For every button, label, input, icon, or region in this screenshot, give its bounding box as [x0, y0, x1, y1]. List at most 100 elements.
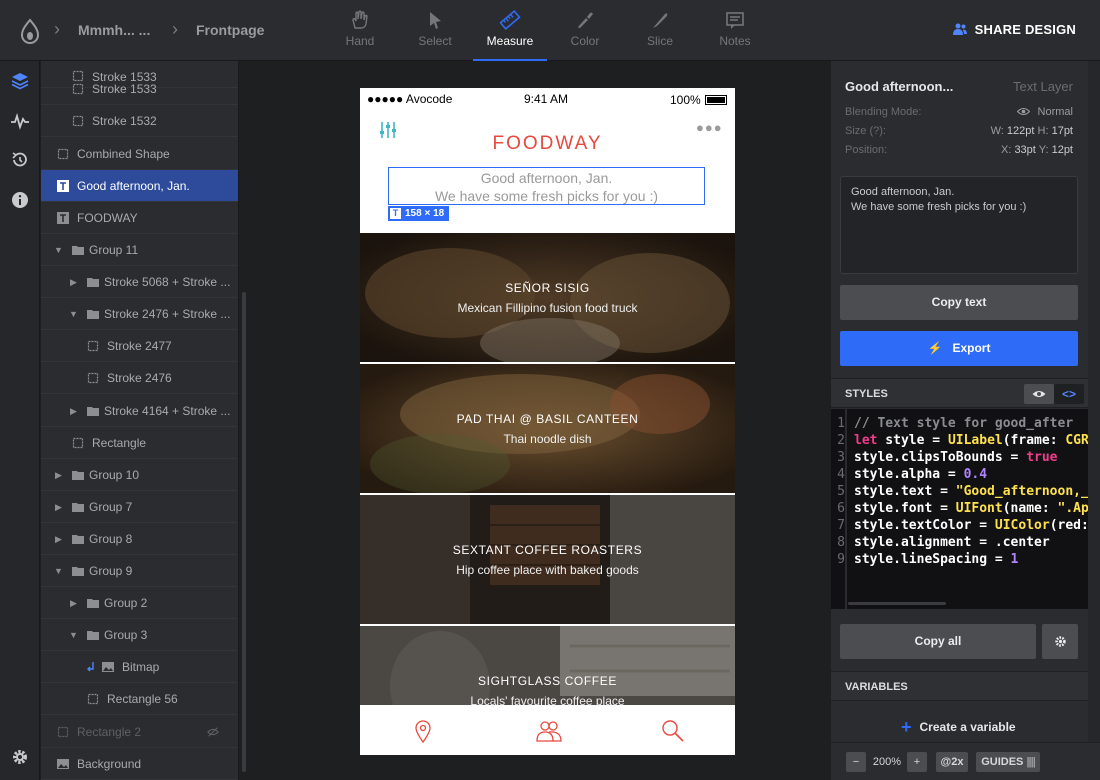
layers-scrollbar[interactable]	[242, 292, 246, 772]
caret-right-icon[interactable]: ▶	[55, 459, 62, 490]
layer-row[interactable]: Rectangle	[41, 427, 238, 459]
tool-notes[interactable]: Notes	[698, 0, 772, 61]
layer-row[interactable]: Stroke 2476	[41, 362, 238, 394]
code-keyword: let	[854, 433, 878, 448]
zoom-in-button[interactable]: +	[907, 752, 927, 772]
layer-row[interactable]: Stroke 1533	[41, 73, 238, 105]
zoom-value[interactable]: 200%	[869, 752, 905, 772]
artboard-frontpage[interactable]: ●●●●● Avocode 9:41 AM 100% FOODWAY ●●● G…	[360, 88, 735, 755]
layer-row[interactable]: Stroke 2477	[41, 330, 238, 362]
caret-down-icon[interactable]: ▼	[69, 619, 78, 650]
settings-gear-icon[interactable]	[10, 747, 30, 767]
layer-row[interactable]: Bitmap	[41, 651, 238, 683]
tool-hand-label: Hand	[345, 34, 375, 48]
people-icon[interactable]	[534, 718, 564, 744]
activity-icon[interactable]	[10, 111, 30, 131]
export-button[interactable]: ⚡ Export	[840, 331, 1078, 366]
copy-text-button[interactable]: Copy text	[840, 285, 1078, 320]
tool-measure-label: Measure	[486, 34, 534, 48]
restaurant-card[interactable]: SEXTANT COFFEE ROASTERS Hip coffee place…	[360, 495, 735, 624]
info-icon[interactable]	[10, 190, 30, 210]
caret-right-icon[interactable]: ▶	[55, 523, 62, 554]
card-photo-pad-thai	[360, 364, 735, 493]
guides-label: GUIDES	[981, 756, 1024, 768]
folder-icon	[87, 310, 99, 319]
caret-down-icon[interactable]: ▼	[69, 298, 78, 329]
folder-icon	[72, 503, 84, 512]
text-content-box[interactable]: Good afternoon, Jan. We have some fresh …	[840, 176, 1078, 274]
layer-row[interactable]: ▼ Group 9	[41, 555, 238, 587]
eye-hidden-icon[interactable]	[207, 726, 219, 738]
tool-notes-label: Notes	[719, 34, 751, 48]
image-icon	[57, 759, 69, 769]
layer-row[interactable]: Background	[41, 748, 238, 780]
tool-select[interactable]: Select	[398, 0, 472, 61]
layer-row[interactable]: ▶ Group 10	[41, 459, 238, 491]
layer-row[interactable]: ▶ Stroke 4164 + Stroke ...	[41, 395, 238, 427]
history-icon[interactable]	[10, 150, 30, 170]
layer-row-selected[interactable]: Good afternoon, Jan.	[41, 170, 238, 202]
copy-all-button[interactable]: Copy all	[840, 624, 1036, 659]
breadcrumb-screen[interactable]: Frontpage	[196, 22, 264, 38]
line-number: 1	[837, 416, 845, 431]
tool-color[interactable]: Color	[548, 0, 622, 61]
share-design-button[interactable]: SHARE DESIGN	[952, 22, 1076, 37]
layer-label: Group 2	[104, 596, 148, 610]
code-toggle-icon[interactable]: <>	[1054, 384, 1084, 404]
image-icon	[102, 662, 114, 672]
layer-row[interactable]: ▼ Group 11	[41, 234, 238, 266]
code-settings-button[interactable]	[1042, 624, 1078, 659]
design-canvas[interactable]: ●●●●● Avocode 9:41 AM 100% FOODWAY ●●● G…	[250, 61, 830, 780]
avocode-logo-icon[interactable]	[18, 18, 42, 44]
caret-down-icon[interactable]: ▼	[54, 555, 63, 586]
eye-icon[interactable]	[1016, 107, 1030, 116]
layer-label: Rectangle 56	[107, 692, 178, 706]
card-title: SEXTANT COFFEE ROASTERS	[452, 543, 643, 557]
preview-toggle-button[interactable]	[1024, 384, 1054, 404]
layers-icon[interactable]	[10, 71, 30, 91]
folder-icon	[72, 567, 84, 576]
layer-row[interactable]: ▶ Group 7	[41, 491, 238, 523]
battery-label: 100%	[670, 93, 701, 107]
caret-right-icon[interactable]: ▶	[70, 587, 77, 618]
layer-row[interactable]: ▶ Stroke 5068 + Stroke ...	[41, 266, 238, 298]
layer-label: Stroke 2477	[107, 339, 172, 353]
code-horizontal-scrollbar[interactable]	[848, 602, 946, 605]
layer-row[interactable]: FOODWAY	[41, 202, 238, 234]
layer-label: Bitmap	[122, 660, 160, 674]
restaurant-card[interactable]: PAD THAI @ BASIL CANTEEN Thai noodle dis…	[360, 364, 735, 493]
code-snippet-panel[interactable]: 1 2 3 4 5 6 7 8 9 // Text style for good…	[831, 409, 1088, 609]
create-variable-button[interactable]: + Create a variable	[901, 717, 1016, 738]
layer-row[interactable]: ▶ Group 8	[41, 523, 238, 555]
caret-right-icon[interactable]: ▶	[70, 395, 77, 426]
layer-label: Rectangle	[92, 436, 147, 450]
caret-down-icon[interactable]: ▼	[54, 234, 63, 265]
caret-right-icon[interactable]: ▶	[70, 266, 77, 297]
layer-row[interactable]: ▼ Group 3	[41, 619, 238, 651]
folder-icon	[87, 407, 99, 416]
restaurant-card[interactable]: SEÑOR SISIG Mexican Fillipino fusion foo…	[360, 233, 735, 362]
layer-row[interactable]: Stroke 1532	[41, 105, 238, 137]
tool-measure[interactable]: Measure	[473, 0, 547, 61]
rectangle-icon	[57, 726, 69, 738]
scale-toggle-button[interactable]: @2x	[936, 752, 968, 772]
layer-row[interactable]: ▼ Stroke 2476 + Stroke ...	[41, 298, 238, 330]
layer-label: Stroke 5068 + Stroke ...	[104, 275, 231, 289]
layer-row[interactable]: ▶ Group 2	[41, 587, 238, 619]
layer-row-hidden[interactable]: Rectangle 2	[41, 716, 238, 748]
rectangle-icon	[72, 115, 84, 127]
caret-right-icon[interactable]: ▶	[55, 491, 62, 522]
location-pin-icon[interactable]	[410, 718, 436, 744]
layer-row[interactable]: Rectangle 56	[41, 683, 238, 715]
rectangle-icon	[87, 372, 99, 384]
guides-toggle-button[interactable]: GUIDES ||||	[976, 752, 1040, 772]
inspector-scrollbar-track[interactable]	[1088, 61, 1100, 780]
search-icon[interactable]	[660, 718, 686, 744]
tool-hand[interactable]: Hand	[323, 0, 397, 61]
code-line: style.lineSpacing = 1	[854, 551, 1088, 568]
layer-row[interactable]: Combined Shape	[41, 138, 238, 170]
breadcrumb-project[interactable]: Mmmh... ...	[78, 22, 150, 38]
zoom-out-button[interactable]: −	[846, 752, 866, 772]
greeting-text-layer-selected[interactable]: Good afternoon, Jan. We have some fresh …	[388, 167, 705, 205]
tool-slice[interactable]: Slice	[623, 0, 697, 61]
